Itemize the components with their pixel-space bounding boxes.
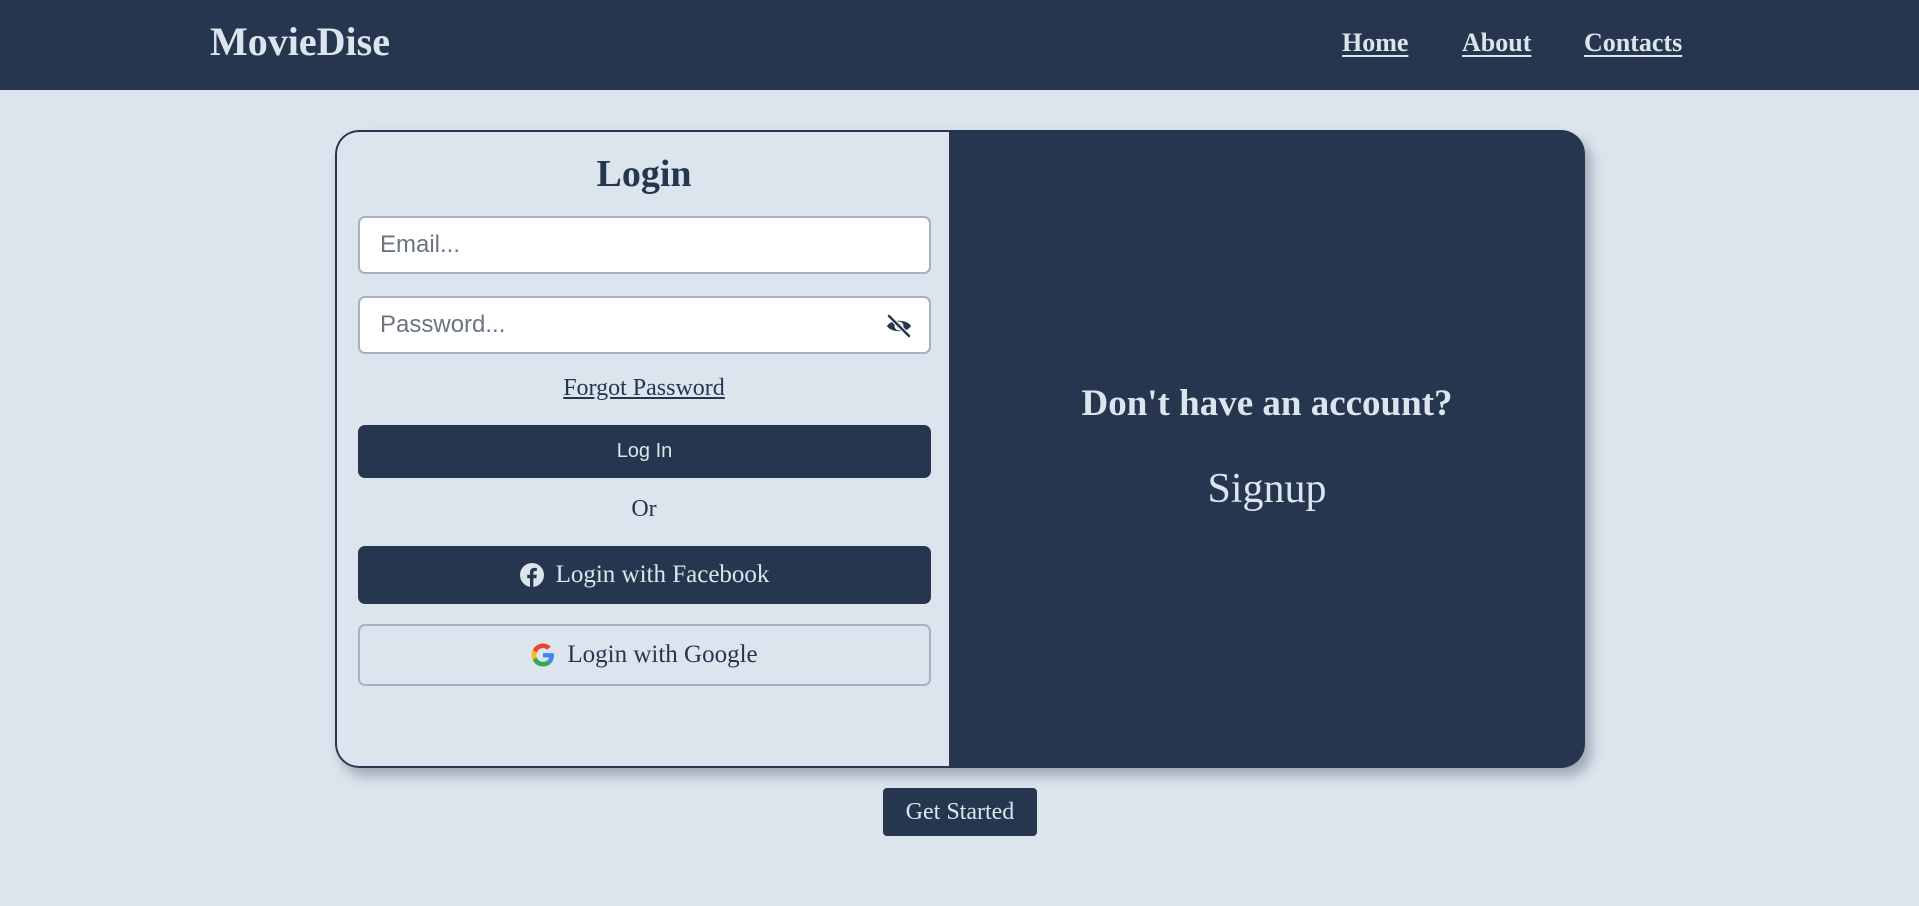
or-divider-text: Or (631, 496, 657, 522)
auth-card: Login Forgot Password Log In Or Lo (335, 130, 1585, 768)
signup-row: Signup (949, 465, 1585, 513)
eye-slash-icon[interactable] (885, 314, 913, 338)
brand-logo[interactable]: MovieDise (210, 18, 390, 65)
nav-link-contacts[interactable]: Contacts (1584, 28, 1682, 58)
nav-link-about[interactable]: About (1462, 28, 1531, 58)
login-button[interactable]: Log In (358, 425, 931, 478)
google-login-button[interactable]: Login with Google (358, 624, 931, 686)
facebook-icon (519, 563, 544, 587)
top-navbar: MovieDise Home About Contacts (0, 0, 1919, 90)
nav-link-home[interactable]: Home (1342, 28, 1408, 58)
no-account-heading: Don't have an account? (1081, 383, 1453, 424)
forgot-password-link[interactable]: Forgot Password (563, 375, 725, 401)
get-started-button[interactable]: Get Started (883, 788, 1037, 836)
email-input[interactable] (360, 218, 870, 272)
google-icon (531, 643, 555, 667)
signup-link[interactable]: Signup (1207, 466, 1326, 512)
login-panel: Login Forgot Password Log In Or Lo (335, 130, 949, 768)
email-field[interactable] (358, 216, 931, 274)
facebook-login-label: Login with Facebook (555, 561, 770, 588)
facebook-login-button[interactable]: Login with Facebook (358, 546, 931, 604)
signup-panel: Don't have an account? Signup (949, 130, 1585, 768)
login-title: Login (596, 153, 692, 195)
google-login-label: Login with Google (567, 641, 758, 668)
password-input[interactable] (360, 298, 870, 352)
forgot-password-row: Forgot Password (337, 375, 951, 402)
password-field[interactable] (358, 296, 931, 354)
